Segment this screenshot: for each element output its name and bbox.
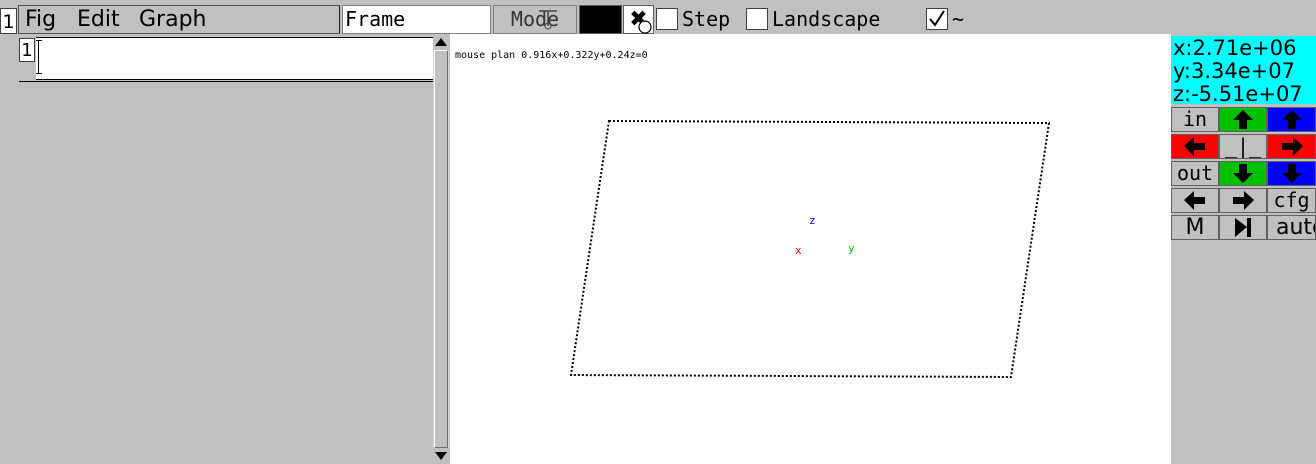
step-checkbox[interactable] [656, 8, 678, 30]
rotate-down-button[interactable] [1219, 161, 1267, 186]
coordinates-readout: x:2.71e+06 y:3.34e+07 z:-5.51e+07 [1171, 36, 1316, 104]
frame-outline [569, 119, 1051, 379]
coord-y: y:3.34e+07 [1173, 59, 1295, 83]
arrow-right-icon [1233, 191, 1254, 210]
plot-frame: z x y [569, 119, 1051, 379]
coord-x: x:2.71e+06 [1173, 36, 1297, 60]
mode-button[interactable]: Mode [493, 5, 577, 34]
zoom-out-button[interactable]: out [1171, 161, 1219, 186]
step-label: Step [682, 7, 731, 31]
hand-cursor-icon [638, 20, 652, 34]
rotate-left-button[interactable] [1171, 188, 1219, 213]
coord-z: z:-5.51e+07 [1173, 82, 1303, 104]
shift-down-button[interactable] [1267, 161, 1316, 186]
shift-right-button[interactable] [1267, 134, 1316, 159]
m-button[interactable]: M [1171, 215, 1219, 240]
arrow-down-icon [1233, 164, 1253, 183]
zoom-in-button[interactable]: in [1171, 107, 1219, 132]
row-number: 1 [19, 38, 35, 62]
window-number: 1 [0, 8, 17, 34]
landscape-label: Landscape [772, 7, 881, 31]
axis-label-y: y [848, 242, 855, 255]
config-button[interactable]: cfg [1267, 188, 1316, 213]
menu-edit[interactable]: Edit [77, 7, 120, 33]
divider [19, 81, 433, 82]
play-step-icon [1235, 218, 1251, 237]
text-caret-top [36, 40, 42, 41]
formula-panel [0, 34, 450, 464]
frame-input[interactable]: Frame [342, 5, 491, 34]
arrow-left-icon [1184, 191, 1205, 210]
color-swatch[interactable] [579, 5, 622, 34]
cursor-icon [539, 10, 557, 30]
play-step-button[interactable] [1219, 215, 1267, 240]
text-caret [38, 40, 40, 74]
rotate-right-button[interactable] [1219, 188, 1267, 213]
scroll-down-arrow-icon[interactable] [433, 448, 449, 464]
menu-graph[interactable]: Graph [139, 7, 206, 33]
tilde-label: ~ [952, 7, 965, 31]
landscape-checkbox[interactable] [746, 8, 768, 30]
shift-left-button[interactable] [1171, 134, 1219, 159]
check-icon [929, 10, 945, 27]
menu-fig[interactable]: Fig [25, 7, 56, 33]
axis-label-x: x [795, 244, 802, 257]
menu-bar: Fig Edit Graph [18, 5, 340, 34]
shift-up-button[interactable] [1267, 107, 1316, 132]
text-caret-bottom [36, 73, 42, 74]
auto-button[interactable]: auto [1267, 215, 1316, 240]
arrow-up-icon [1281, 110, 1302, 129]
formula-input[interactable] [36, 37, 433, 80]
tilde-checkbox[interactable] [926, 8, 948, 30]
arrow-left-icon [1184, 137, 1205, 156]
scroll-up-arrow-icon[interactable] [433, 34, 449, 50]
center-button[interactable]: _|_ [1219, 134, 1267, 159]
rotate-up-button[interactable] [1219, 107, 1267, 132]
axis-label-z: z [809, 214, 816, 227]
arrow-right-icon [1281, 137, 1303, 156]
arrow-up-icon [1233, 110, 1253, 129]
arrow-down-icon [1281, 164, 1302, 183]
scroll-thumb[interactable] [434, 50, 448, 448]
